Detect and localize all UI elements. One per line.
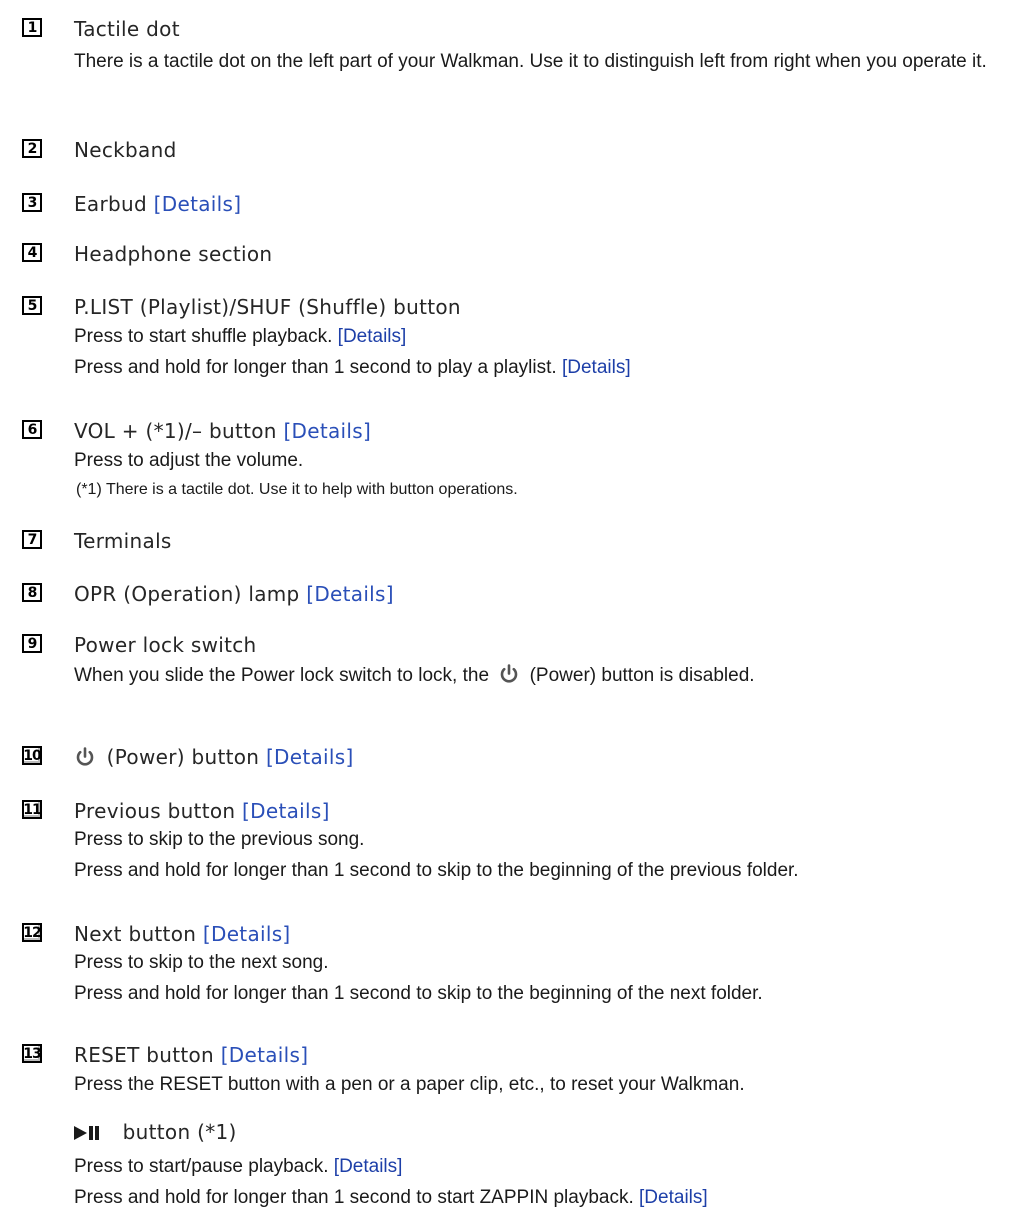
item-description: Press to skip to the next song.	[74, 952, 329, 973]
item-title: Tactile dot	[74, 17, 180, 41]
item-title: RESET button [Details]	[74, 1043, 308, 1067]
number-badge: 8	[22, 583, 42, 602]
power-icon	[501, 664, 518, 683]
details-link[interactable]: [Details]	[221, 1043, 309, 1067]
number-badge: 6	[22, 420, 42, 439]
item-title: VOL + (*1)/– button [Details]	[74, 419, 371, 443]
item-title: Earbud [Details]	[74, 192, 241, 216]
item-title: Terminals	[74, 529, 172, 553]
item-description: There is a tactile dot on the left part …	[74, 51, 987, 72]
number-badge: 5	[22, 296, 42, 315]
details-link[interactable]: [Details]	[266, 745, 354, 769]
number-badge: 1	[22, 18, 42, 37]
item-title-text: VOL + (*1)/– button	[74, 419, 277, 443]
item-description: Press and hold for longer than 1 second …	[74, 983, 763, 1004]
number-badge: 4	[22, 243, 42, 262]
subtitle-text: button (*1)	[122, 1120, 237, 1144]
item-title-text: Earbud	[74, 192, 147, 216]
details-link[interactable]: [Details]	[306, 582, 394, 606]
number-badge: 12	[22, 923, 42, 942]
item-description: Press the RESET button with a pen or a p…	[74, 1074, 745, 1095]
item-title: OPR (Operation) lamp [Details]	[74, 582, 394, 606]
item-description: Press and hold for longer than 1 second …	[74, 860, 799, 881]
item-title-text: (Power) button	[106, 745, 260, 769]
number-badge: 13	[22, 1044, 42, 1063]
number-badge: 9	[22, 634, 42, 653]
number-badge: 11	[22, 800, 42, 819]
item-description: Press and hold for longer than 1 second …	[74, 357, 631, 378]
footnote: (*1) There is a tactile dot. Use it to h…	[76, 481, 518, 498]
item-description: When you slide the Power lock switch to …	[74, 664, 755, 686]
item-description: Press and hold for longer than 1 second …	[74, 1187, 708, 1208]
item-title: P.LIST (Playlist)/SHUF (Shuffle) button	[74, 295, 461, 319]
power-icon	[76, 747, 94, 766]
details-link[interactable]: [Details]	[242, 799, 330, 823]
number-badge: 7	[22, 530, 42, 549]
number-badge: 3	[22, 193, 42, 212]
item-description: Press to start/pause playback. [Details]	[74, 1156, 403, 1177]
details-link[interactable]: [Details]	[562, 357, 631, 378]
details-link[interactable]: [Details]	[334, 1156, 403, 1177]
item-title-text: Previous button	[74, 799, 236, 823]
number-badge: 2	[22, 139, 42, 158]
item-title: (Power) button [Details]	[74, 745, 354, 769]
details-link[interactable]: [Details]	[338, 326, 407, 347]
item-title: Previous button [Details]	[74, 799, 330, 823]
item-description: Press to adjust the volume.	[74, 450, 304, 471]
item-title: Headphone section	[74, 242, 273, 266]
item-description: Press to skip to the previous song.	[74, 829, 365, 850]
number-badge: 10	[22, 746, 42, 765]
item-title-text: Next button	[74, 922, 197, 946]
play-pause-subtitle: button (*1)	[74, 1120, 237, 1144]
item-title: Neckband	[74, 138, 177, 162]
details-link[interactable]: [Details]	[154, 192, 242, 216]
item-title: Power lock switch	[74, 633, 257, 657]
details-link[interactable]: [Details]	[639, 1187, 708, 1208]
item-title: Next button [Details]	[74, 922, 291, 946]
item-title-text: OPR (Operation) lamp	[74, 582, 300, 606]
item-description: Press to start shuffle playback. [Detail…	[74, 326, 407, 347]
play-pause-icon	[74, 1126, 99, 1140]
details-link[interactable]: [Details]	[203, 922, 291, 946]
item-title-text: RESET button	[74, 1043, 215, 1067]
details-link[interactable]: [Details]	[283, 419, 371, 443]
